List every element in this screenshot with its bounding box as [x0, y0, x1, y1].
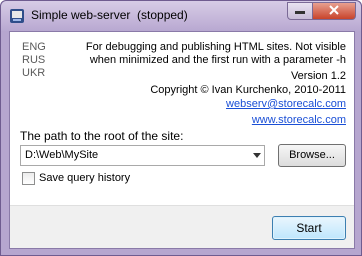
- browse-button[interactable]: Browse...: [278, 144, 346, 167]
- email-link[interactable]: webserv@storecalc.com: [226, 98, 346, 110]
- save-query-history-checkbox[interactable]: [22, 172, 35, 185]
- language-rus[interactable]: RUS: [22, 54, 45, 66]
- copyright-label: Copyright © Ivan Kurchenko, 2010-2011: [150, 84, 346, 96]
- language-eng[interactable]: ENG: [22, 41, 46, 53]
- title-bar[interactable]: Simple web-server (stopped): [1, 1, 361, 31]
- close-button[interactable]: [312, 2, 356, 20]
- minimize-icon: [295, 4, 305, 18]
- client-area: ENG RUS UKR For debugging and publishing…: [9, 31, 355, 249]
- path-combobox[interactable]: D:\Web\MySite: [20, 145, 265, 166]
- path-label: The path to the root of the site:: [20, 129, 184, 143]
- chevron-down-icon[interactable]: [253, 153, 261, 158]
- save-query-history-label[interactable]: Save query history: [39, 172, 130, 184]
- description-line-1: For debugging and publishing HTML sites.…: [85, 41, 346, 53]
- version-label: Version 1.2: [290, 70, 346, 82]
- website-link[interactable]: www.storecalc.com: [252, 114, 346, 126]
- minimize-button[interactable]: [287, 2, 313, 20]
- path-value[interactable]: D:\Web\MySite: [25, 149, 98, 161]
- close-icon: [329, 4, 339, 18]
- description-line-2: when minimized and the first run with a …: [89, 54, 346, 66]
- app-window: Simple web-server (stopped) ENG RUS UKR …: [0, 0, 362, 256]
- app-icon: [9, 8, 25, 24]
- window-title: Simple web-server (stopped): [31, 8, 188, 22]
- language-ukr[interactable]: UKR: [22, 67, 45, 79]
- start-button[interactable]: Start: [272, 216, 346, 240]
